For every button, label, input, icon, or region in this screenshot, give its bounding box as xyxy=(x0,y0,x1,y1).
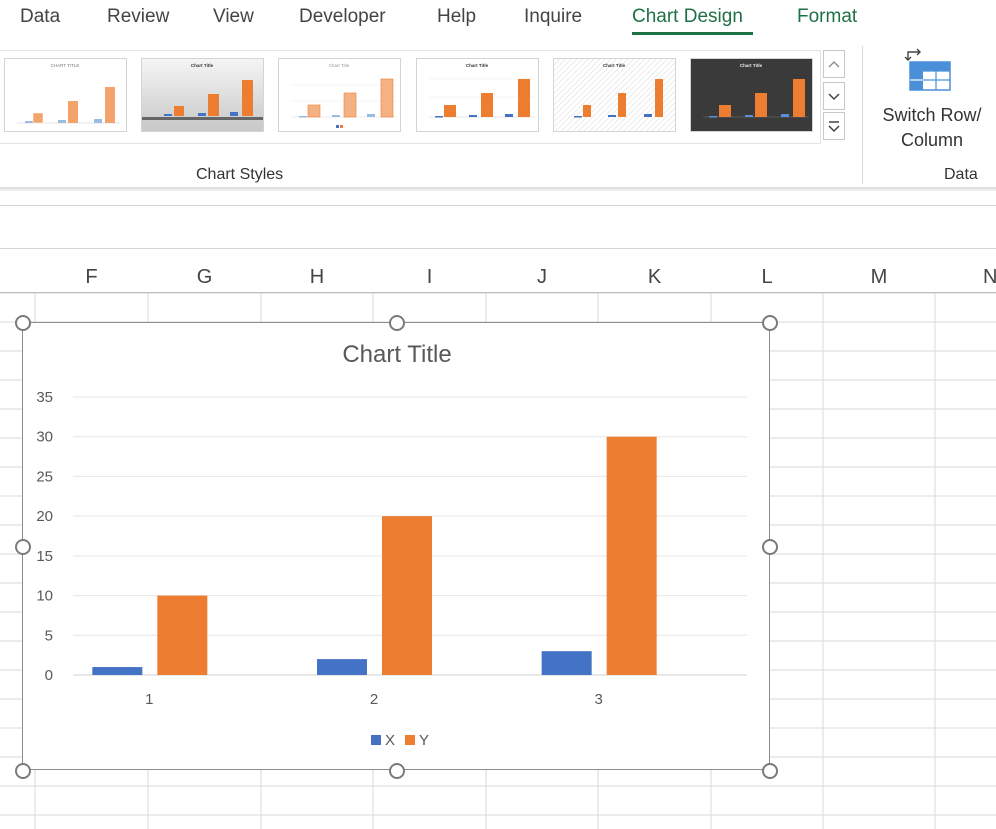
bar-y-3 xyxy=(606,436,657,675)
tab-format[interactable]: Format xyxy=(797,6,857,28)
column-header-j[interactable]: J xyxy=(486,262,598,292)
svg-text:Chart Title: Chart Title xyxy=(603,63,626,68)
switch-row-column-label-line1[interactable]: Switch Row/ xyxy=(872,103,992,128)
gallery-more-button[interactable] xyxy=(823,112,845,140)
resize-handle-top-right[interactable] xyxy=(762,315,778,331)
ribbon-group-separator xyxy=(862,46,863,184)
bar-x-3 xyxy=(541,651,592,675)
tab-review[interactable]: Review xyxy=(107,6,169,28)
chart-style-4[interactable]: Chart Title xyxy=(416,58,539,132)
tab-view[interactable]: View xyxy=(213,6,254,28)
tab-data[interactable]: Data xyxy=(20,6,60,28)
column-header-g[interactable]: G xyxy=(148,262,261,292)
resize-handle-right[interactable] xyxy=(762,539,778,555)
more-dropdown-icon xyxy=(828,121,840,133)
column-header-h[interactable]: H xyxy=(261,262,373,292)
y-tick-label: 25 xyxy=(36,468,53,485)
switch-row-column-icon xyxy=(904,48,951,91)
gallery-scroll-up-button[interactable] xyxy=(823,50,845,78)
bar-y-1 xyxy=(157,595,208,675)
chevron-down-icon xyxy=(828,93,840,101)
x-tick-label: 1 xyxy=(145,691,153,708)
y-tick-label: 30 xyxy=(36,429,53,446)
legend-swatch-y xyxy=(405,735,415,745)
svg-text:Chart Title: Chart Title xyxy=(740,63,763,68)
y-tick-label: 15 xyxy=(36,548,53,565)
resize-handle-bottom-left[interactable] xyxy=(15,763,31,779)
column-header-l[interactable]: L xyxy=(711,262,823,292)
tab-developer[interactable]: Developer xyxy=(299,6,386,28)
formula-bar-area[interactable] xyxy=(0,205,996,249)
svg-text:Chart Title: Chart Title xyxy=(466,63,489,68)
x-tick-label: 3 xyxy=(594,691,602,708)
resize-handle-left[interactable] xyxy=(15,539,31,555)
tab-inquire[interactable]: Inquire xyxy=(524,6,582,28)
bar-y-2 xyxy=(382,516,432,675)
svg-text:Chart Title: Chart Title xyxy=(329,63,350,68)
column-header-f[interactable]: F xyxy=(35,262,148,292)
y-tick-label: 20 xyxy=(36,508,53,525)
y-tick-label: 10 xyxy=(36,588,53,605)
bar-x-2 xyxy=(317,659,367,675)
column-header-i[interactable]: I xyxy=(373,262,486,292)
resize-handle-bottom[interactable] xyxy=(389,763,405,779)
chart-object[interactable]: Chart Title 0 5 10 15 20 25 30 35 1 2 3 X Y xyxy=(22,322,770,770)
y-tick-label: 0 xyxy=(45,667,53,684)
legend-label-y: Y xyxy=(419,732,429,749)
x-tick-label: 2 xyxy=(370,691,378,708)
y-tick-label: 5 xyxy=(45,627,53,644)
bar-x-1 xyxy=(92,667,143,675)
active-tab-indicator xyxy=(632,32,753,35)
chart-style-5[interactable]: Chart Title xyxy=(553,58,676,132)
switch-row-column-button[interactable] xyxy=(902,48,954,94)
chart-style-2[interactable]: Chart Title xyxy=(141,58,264,132)
svg-text:Chart Title: Chart Title xyxy=(191,63,214,68)
chart-styles-group-label: Chart Styles xyxy=(196,166,284,183)
tab-help[interactable]: Help xyxy=(437,6,476,28)
svg-text:CHART TITLE: CHART TITLE xyxy=(51,63,80,68)
y-tick-label: 35 xyxy=(36,389,53,406)
ribbon-tab-bar: Data Review View Developer Help Inquire … xyxy=(0,0,996,38)
tab-chart-design[interactable]: Chart Design xyxy=(632,6,743,28)
resize-handle-top-left[interactable] xyxy=(15,315,31,331)
chart-style-1[interactable]: CHART TITLE xyxy=(4,58,127,132)
column-header-m[interactable]: M xyxy=(823,262,935,292)
column-header-row: F G H I J K L M N xyxy=(0,262,996,293)
chevron-up-icon xyxy=(828,61,840,68)
gallery-scroll-down-button[interactable] xyxy=(823,82,845,110)
chart-plot-area[interactable]: 0 5 10 15 20 25 30 35 1 2 3 X Y xyxy=(23,323,771,771)
column-header-n[interactable]: N xyxy=(935,262,996,292)
ribbon-shadow xyxy=(0,187,996,191)
chart-style-6[interactable]: Chart Title xyxy=(690,58,813,132)
column-header-k[interactable]: K xyxy=(598,262,711,292)
chart-style-3[interactable]: Chart Title xyxy=(278,58,401,132)
legend-label-x: X xyxy=(385,732,395,749)
switch-row-column-label-line2[interactable]: Column xyxy=(872,128,992,153)
resize-handle-top[interactable] xyxy=(389,315,405,331)
data-group-label: Data xyxy=(944,166,978,183)
legend-swatch-x xyxy=(371,735,381,745)
resize-handle-bottom-right[interactable] xyxy=(762,763,778,779)
